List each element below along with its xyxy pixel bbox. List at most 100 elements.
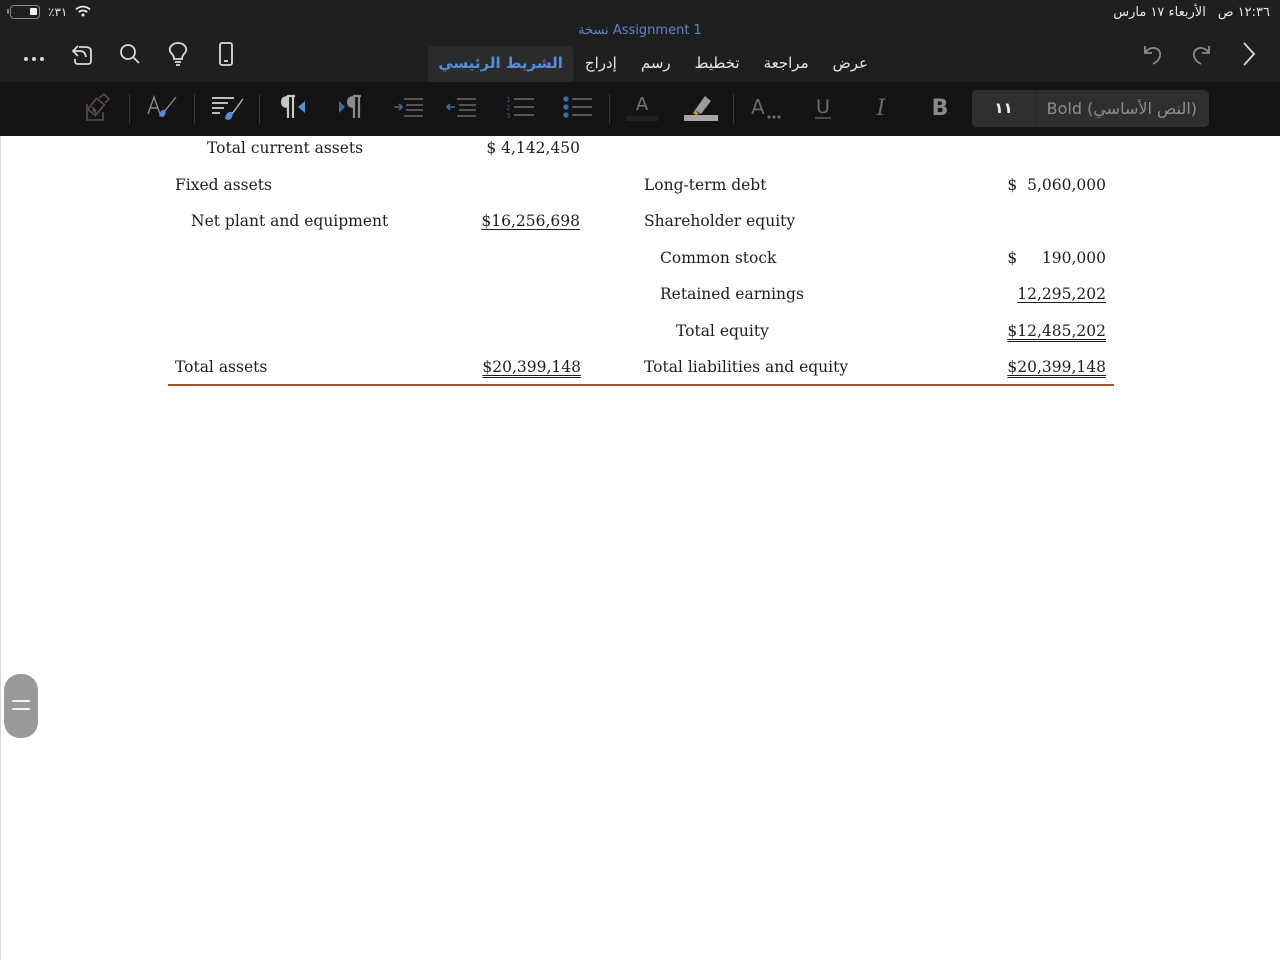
text-style-brush-icon [146,94,178,124]
status-date: الأربعاء ١٧ مارس [1113,4,1206,20]
bold-button[interactable]: B [924,90,956,128]
battery-percent: ٪٣١ [48,5,68,19]
svg-text:B: B [932,96,949,121]
svg-text:2: 2 [506,104,510,112]
increase-indent-button[interactable] [390,90,426,128]
numbered-list-button[interactable]: 123 [502,90,538,128]
bold-icon: B [927,93,953,125]
ribbon-separator [609,94,610,124]
svg-text:3: 3 [506,112,510,120]
status-bar-left: ٪٣١ [7,3,91,21]
underline-icon: U [811,93,835,125]
bulleted-list-button[interactable] [560,90,596,128]
formatting-ribbon: 123 A A U I B ١١ (النص الأساسي) Bold [0,82,1280,136]
document-page[interactable]: Total current assets $ 4,142,450 Fixed a… [0,136,1280,960]
highlighter-icon [683,92,719,126]
label-total-current-assets: Total current assets [207,139,364,157]
lightbulb-icon [168,42,188,70]
value-net-plant-equipment: $16,256,698 [481,212,580,230]
more-icon [23,47,45,66]
battery-icon [7,5,40,19]
tab-review[interactable]: مراجعة [752,46,821,82]
value-long-term-debt: $ 5,060,000 [1007,176,1106,194]
label-fixed-assets: Fixed assets [175,176,272,194]
undo-icon [1141,42,1165,70]
ribbon-separator [733,94,734,124]
app-header: ٪٣١ ١٢:٣٦ ص الأربعاء ١٧ مارس نسخة Assign… [0,0,1280,82]
highlight-color-button[interactable] [682,90,720,128]
svg-text:1: 1 [506,96,510,104]
mobile-view-button[interactable] [202,40,250,72]
ribbon-separator [259,94,260,124]
search-button[interactable] [106,40,154,72]
svg-text:A: A [636,94,649,115]
svg-text:U: U [816,96,830,118]
value-total-liabilities-equity: $20,399,148 [1007,358,1106,376]
tab-draw[interactable]: رسم [629,46,683,82]
eraser-icon [83,92,113,126]
label-net-plant-equipment: Net plant and equipment [191,212,389,230]
redo-button[interactable] [1180,40,1222,72]
tell-me-button[interactable] [154,40,202,72]
value-retained-earnings: 12,295,202 [1017,285,1106,303]
label-common-stock: Common stock [660,249,777,267]
share-button[interactable] [58,40,106,72]
value-total-current-assets: $ 4,142,450 [486,139,580,157]
font-color-button[interactable]: A [624,90,660,128]
redo-icon [1189,42,1213,70]
right-toolbar [1132,40,1270,72]
status-bar-right: ١٢:٣٦ ص الأربعاء ١٧ مارس [1113,3,1270,21]
font-color-icon: A [625,92,659,126]
styles-button[interactable] [144,90,180,128]
status-time: ١٢:٣٦ ص [1217,4,1270,20]
value-total-equity: $12,485,202 [1007,322,1106,340]
label-total-assets: Total assets [175,358,268,376]
italic-button[interactable]: I [866,90,896,128]
paragraph-brush-icon [210,94,244,124]
label-total-liabilities-equity: Total liabilities and equity [644,358,849,376]
ribbon-separator [129,94,130,124]
ltr-paragraph-button[interactable] [334,90,368,128]
ribbon-tabs: الشريط الرئيسي إدراج رسم تخطيط مراجعة عر… [428,46,880,82]
svg-text:A: A [751,95,765,119]
share-icon [70,42,94,70]
pilcrow-rtl-icon [279,94,307,124]
bulleted-list-icon [562,94,594,124]
decrease-indent-button[interactable] [443,90,479,128]
wifi-icon [75,5,91,20]
paragraph-styles-button[interactable] [208,90,246,128]
tab-layout[interactable]: تخطيط [683,46,752,82]
side-panel-handle[interactable] [4,674,38,738]
mobile-view-icon [218,42,234,70]
more-font-options-button[interactable]: A [748,90,784,128]
label-long-term-debt: Long-term debt [644,176,767,194]
search-icon [119,43,141,69]
svg-text:I: I [876,96,887,121]
tab-view[interactable]: عرض [821,46,880,82]
undo-button[interactable] [1132,40,1174,72]
increase-indent-icon [392,96,424,122]
value-total-assets: $20,399,148 [482,358,581,376]
document-title[interactable]: نسخة Assignment 1 [0,23,1280,38]
clear-formatting-button[interactable] [80,90,116,128]
font-options-icon: A [749,92,783,126]
forward-button[interactable] [1228,40,1270,72]
font-style-selector: ١١ (النص الأساسي) Bold [972,90,1209,127]
tab-home[interactable]: الشريط الرئيسي [428,46,573,82]
underline-button[interactable]: U [808,90,838,128]
ribbon-separator [194,94,195,124]
label-shareholder-equity: Shareholder equity [644,212,796,230]
italic-icon: I [869,93,893,125]
left-toolbar [10,40,250,72]
pilcrow-ltr-icon [337,94,365,124]
value-common-stock: $ 190,000 [1007,249,1106,267]
font-size-field[interactable]: ١١ [972,90,1036,127]
label-retained-earnings: Retained earnings [660,285,804,303]
tab-insert[interactable]: إدراج [573,46,629,82]
numbered-list-icon: 123 [504,94,536,124]
rtl-paragraph-button[interactable] [276,90,310,128]
decrease-indent-icon [445,96,477,122]
style-name-field[interactable]: (النص الأساسي) Bold [1036,99,1209,118]
label-total-equity: Total equity [676,322,769,340]
more-button[interactable] [10,40,58,72]
